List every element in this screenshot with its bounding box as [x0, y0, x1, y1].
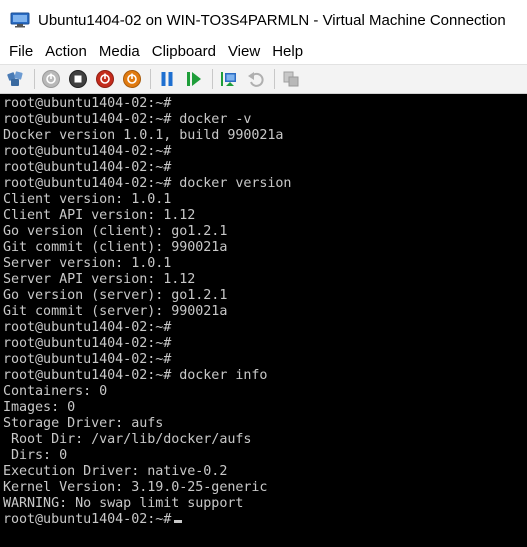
ctrl-alt-del-button[interactable]	[5, 68, 27, 90]
terminal-line: root@ubuntu1404-02:~# docker version	[3, 176, 292, 191]
terminal-line: Execution Driver: native-0.2	[3, 464, 228, 479]
terminal-line: root@ubuntu1404-02:~# docker -v	[3, 112, 252, 127]
terminal-line: Git commit (client): 990021a	[3, 240, 228, 255]
vm-console-screen[interactable]: root@ubuntu1404-02:~# root@ubuntu1404-02…	[0, 94, 527, 547]
terminal-line: root@ubuntu1404-02:~#	[3, 160, 172, 175]
menu-view[interactable]: View	[222, 40, 266, 64]
toolbar-separator	[34, 69, 35, 89]
toolbar-separator	[274, 69, 275, 89]
terminal-line: Server version: 1.0.1	[3, 256, 172, 271]
terminal-line: root@ubuntu1404-02:~#	[3, 144, 172, 159]
menu-help[interactable]: Help	[266, 40, 309, 64]
save-button[interactable]	[121, 68, 143, 90]
menu-file[interactable]: File	[0, 40, 39, 64]
revert-icon	[248, 72, 264, 87]
checkpoint-icon	[221, 72, 236, 86]
toolbar-separator	[212, 69, 213, 89]
menu-media[interactable]: Media	[93, 40, 146, 64]
terminal-line: Client version: 1.0.1	[3, 192, 172, 207]
menu-bar: File Action Media Clipboard View Help	[0, 40, 527, 64]
enhanced-session-button[interactable]	[280, 68, 302, 90]
terminal-line: Git commit (server): 990021a	[3, 304, 228, 319]
terminal-line: Containers: 0	[3, 384, 108, 399]
terminal-line: Root Dir: /var/lib/docker/aufs	[3, 432, 252, 447]
terminal-line: Client API version: 1.12	[3, 208, 196, 223]
reset-icon	[187, 72, 201, 86]
shut-down-button[interactable]	[94, 68, 116, 90]
terminal-line: Storage Driver: aufs	[3, 416, 164, 431]
save-icon	[123, 70, 141, 88]
pause-button[interactable]	[156, 68, 178, 90]
start-icon	[42, 70, 60, 88]
terminal-line: root@ubuntu1404-02:~#	[3, 96, 172, 111]
terminal-line: Go version (server): go1.2.1	[3, 288, 228, 303]
ctrl-alt-del-icon	[7, 71, 23, 86]
terminal-prompt-line[interactable]: root@ubuntu1404-02:~#	[0, 512, 527, 528]
menu-action[interactable]: Action	[39, 40, 93, 64]
shut-down-icon	[96, 70, 114, 88]
terminal-line: Kernel Version: 3.19.0-25-generic	[3, 480, 268, 495]
terminal-line: Server API version: 1.12	[3, 272, 196, 287]
pause-icon	[161, 72, 173, 86]
window-title: Ubuntu1404-02 on WIN-TO3S4PARMLN - Virtu…	[38, 11, 506, 29]
toolbar	[0, 64, 527, 94]
reset-button[interactable]	[183, 68, 205, 90]
vm-connection-icon	[10, 12, 30, 28]
title-bar[interactable]: Ubuntu1404-02 on WIN-TO3S4PARMLN - Virtu…	[0, 0, 527, 40]
menu-clipboard[interactable]: Clipboard	[146, 40, 222, 64]
terminal-line: root@ubuntu1404-02:~#	[3, 352, 172, 367]
turn-off-icon	[69, 70, 87, 88]
terminal-line: Images: 0	[3, 400, 76, 415]
terminal-line: root@ubuntu1404-02:~#	[3, 336, 172, 351]
enhanced-session-icon	[283, 71, 299, 87]
revert-button[interactable]	[245, 68, 267, 90]
terminal-line: Docker version 1.0.1, build 990021a	[3, 128, 284, 143]
terminal-line: Dirs: 0	[3, 448, 68, 463]
text-cursor	[174, 520, 183, 523]
terminal-prompt: root@ubuntu1404-02:~#	[3, 512, 172, 527]
checkpoint-button[interactable]	[218, 68, 240, 90]
terminal-line: WARNING: No swap limit support	[3, 496, 244, 511]
terminal-line: root@ubuntu1404-02:~# docker info	[3, 368, 268, 383]
start-button[interactable]	[40, 68, 62, 90]
terminal-line: Go version (client): go1.2.1	[3, 224, 228, 239]
turn-off-button[interactable]	[67, 68, 89, 90]
terminal-line: root@ubuntu1404-02:~#	[3, 320, 172, 335]
toolbar-separator	[150, 69, 151, 89]
